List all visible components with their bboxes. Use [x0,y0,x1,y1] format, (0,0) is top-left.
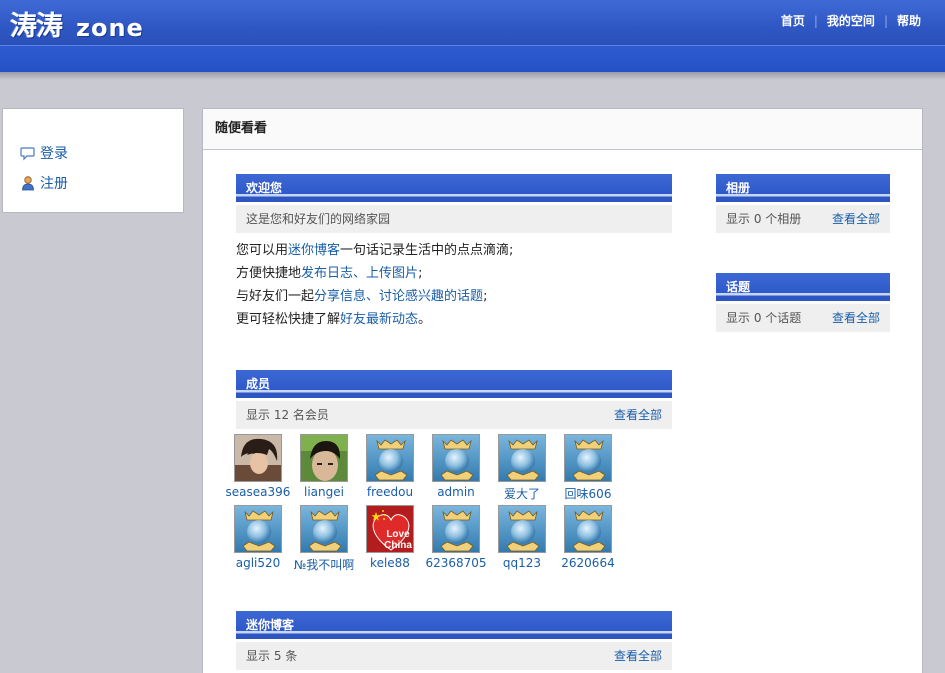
intro-text: ; [418,266,423,281]
welcome-subtitle-text: 这是您和好友们的网络家园 [246,212,391,226]
link-friend-updates[interactable]: 好友最新动态 [340,312,418,327]
miniblog-header: 迷你博客 [236,611,672,639]
member-name[interactable]: 2620664 [555,556,621,570]
intro-text: 一句话记录生活中的点点滴滴; [340,243,514,258]
member-item[interactable]: Love China kele88 [357,505,423,570]
crown-globe-avatar[interactable] [432,434,480,482]
nav-separator: | [813,13,818,28]
member-item[interactable]: 2620664 [555,505,621,570]
topics-header: 话题 [716,273,890,301]
member-name[interactable]: freedou [357,485,423,499]
member-item[interactable]: admin [423,434,489,499]
intro-line-2: 方便快捷地发布日志、上传图片; [236,262,513,285]
login-link[interactable]: 登录 [20,143,68,163]
members-view-all[interactable]: 查看全部 [614,401,662,429]
link-share-info[interactable]: 分享信息 [314,289,366,304]
page-title: 随便看看 [203,109,922,150]
intro-text: 您可以用 [236,243,289,258]
crown-globe-avatar[interactable] [300,505,348,553]
member-item[interactable]: seasea396 [225,434,291,499]
login-box: 登录 注册 [2,108,184,213]
logo-text-en: zone [76,14,144,42]
member-item[interactable]: liangei [291,434,357,499]
albums-view-all[interactable]: 查看全部 [832,205,880,233]
member-item[interactable]: 爱大了 [489,434,555,502]
site-logo[interactable]: 涛涛 zone [10,8,144,43]
header-shadow [0,72,945,80]
member-item[interactable]: 回味606 [555,434,621,502]
member-item[interactable]: 62368705 [423,505,489,570]
nav-separator: | [883,13,888,28]
crown-globe-avatar[interactable] [366,434,414,482]
link-publish-diary[interactable]: 发布日志 [301,266,353,281]
miniblog-subbar: 显示 5 条 查看全部 [236,642,672,670]
albums-subbar: 显示 0 个相册 查看全部 [716,205,890,233]
albums-count: 显示 0 个相册 [726,212,802,226]
member-item[interactable]: qq123 [489,505,555,570]
intro-separator: 、 [353,266,367,281]
link-discuss-topics[interactable]: 讨论感兴趣的话题 [379,289,483,304]
intro-line-4: 更可轻松快捷了解好友最新动态。 [236,308,513,331]
albums-header: 相册 [716,174,890,202]
intro-text: 方便快捷地 [236,266,302,281]
intro-line-3: 与好友们一起分享信息、讨论感兴趣的话题; [236,285,513,308]
members-header: 成员 [236,370,672,398]
crown-globe-avatar[interactable] [564,505,612,553]
member-item[interactable]: agli520 [225,505,291,570]
topics-view-all[interactable]: 查看全部 [832,304,880,332]
crown-globe-avatar[interactable] [432,505,480,553]
link-upload-photo[interactable]: 上传图片 [366,266,418,281]
members-subbar: 显示 12 名会员 查看全部 [236,401,672,429]
topics-count: 显示 0 个话题 [726,311,802,325]
nav-my-space[interactable]: 我的空间 [825,12,877,29]
member-name[interactable]: 回味606 [555,485,621,502]
member-name[interactable]: 爱大了 [489,485,555,502]
member-name[interactable]: admin [423,485,489,499]
crown-globe-avatar[interactable] [564,434,612,482]
top-nav: 首页 | 我的空间 | 帮助 [779,12,923,29]
welcome-header: 欢迎您 [236,174,672,202]
miniblog-count: 显示 5 条 [246,649,298,663]
intro-text: 与好友们一起 [236,289,315,304]
topics-subbar: 显示 0 个话题 查看全部 [716,304,890,332]
welcome-subtitle: 这是您和好友们的网络家园 [236,205,672,233]
member-name[interactable]: 62368705 [423,556,489,570]
intro-line-1: 您可以用迷你博客一句话记录生活中的点点滴滴; [236,239,513,262]
header-sub-bar [0,45,945,72]
user-icon [20,175,36,191]
crown-globe-avatar[interactable] [498,434,546,482]
logo-text-cn: 涛涛 [10,11,63,42]
badge-line-2: China [384,540,412,551]
member-name[interactable]: №我不叫啊 [291,556,357,573]
register-label[interactable]: 注册 [40,173,68,193]
top-header: 涛涛 zone 首页 | 我的空间 | 帮助 [0,0,945,45]
register-link[interactable]: 注册 [20,173,68,193]
intro-text: ; [483,289,488,304]
login-label[interactable]: 登录 [40,143,68,163]
member-name[interactable]: seasea396 [225,485,291,499]
nav-help[interactable]: 帮助 [895,12,923,29]
love-china-avatar[interactable]: Love China [366,505,414,553]
miniblog-view-all[interactable]: 查看全部 [614,642,662,670]
member-item[interactable]: freedou [357,434,423,499]
badge-line-1: Love [386,529,410,540]
intro-text: 更可轻松快捷了解 [236,312,341,327]
intro-separator: 、 [366,289,380,304]
welcome-intro: 您可以用迷你博客一句话记录生活中的点点滴滴; 方便快捷地发布日志、上传图片; 与… [236,239,513,331]
member-avatar-photo[interactable] [300,434,348,482]
member-name[interactable]: kele88 [357,556,423,570]
link-mini-blog[interactable]: 迷你博客 [288,243,340,258]
members-count: 显示 12 名会员 [246,408,329,422]
crown-globe-avatar[interactable] [234,505,282,553]
speech-bubble-icon [20,145,36,161]
member-name[interactable]: agli520 [225,556,291,570]
crown-globe-avatar[interactable] [498,505,546,553]
intro-text: 。 [418,312,432,327]
member-name[interactable]: liangei [291,485,357,499]
member-name[interactable]: qq123 [489,556,555,570]
member-avatar-photo[interactable] [234,434,282,482]
member-item[interactable]: №我不叫啊 [291,505,357,573]
nav-home[interactable]: 首页 [779,12,807,29]
